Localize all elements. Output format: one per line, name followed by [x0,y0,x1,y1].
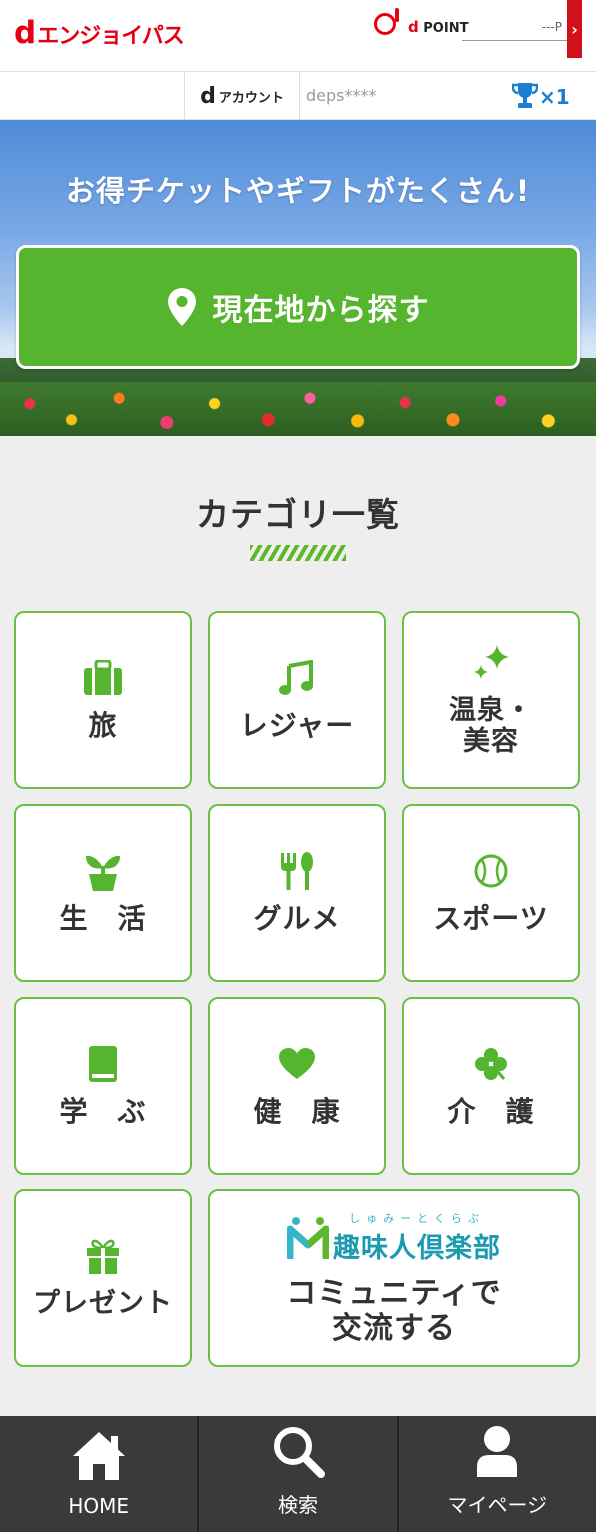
category-tile-gourmet[interactable]: グルメ [208,804,386,982]
logo-d: d [14,15,37,51]
category-tile-onsen-beauty[interactable]: 温泉・ 美容 [402,611,580,789]
search-nearby-button[interactable]: 現在地から探す [16,245,580,369]
nav-search-label: 検索 [277,1493,318,1517]
gift-icon [83,1236,123,1276]
category-tile-life[interactable]: 生 活 [14,804,192,982]
hobby-club-name: 趣味人倶楽部 [333,1233,501,1264]
category-label: グルメ [253,901,341,935]
sprout-icon [83,851,123,891]
hobby-club-label: コミュニティで 交流する [286,1276,502,1346]
trophy-icon [512,83,538,108]
location-pin-icon [167,288,196,326]
nav-mypage[interactable]: マイページ [399,1416,596,1532]
heart-icon [277,1044,317,1084]
category-title-decoration [250,545,346,561]
category-label: 介 護 [447,1094,535,1128]
category-label: 温泉・ 美容 [449,694,533,757]
category-tile-sports[interactable]: スポーツ [402,804,580,982]
dpoint-widget[interactable]: d POINT ---P [374,8,570,42]
trophy-badge[interactable]: ×1 [512,81,570,109]
dpoint-underline [462,40,570,41]
trophy-count: ×1 [539,85,570,109]
bottom-navigation: HOME 検索 マイページ [0,1416,596,1532]
hero-headline: お得チケットやギフトがたくさん! [65,174,531,208]
nav-mypage-label: マイページ [447,1493,548,1517]
sparkle-icon [471,643,511,683]
hobby-club-m-icon [287,1216,329,1259]
category-tile-travel[interactable]: 旅 [14,611,192,789]
category-label: 旅 [88,708,118,742]
dpoint-arrow-button[interactable]: › [567,0,582,58]
category-tile-nursing-care[interactable]: 介 護 [402,997,580,1175]
app-logo[interactable]: d エンジョイパス [14,15,185,51]
user-icon [477,1426,518,1477]
category-title: カテゴリ一覧 [196,495,400,534]
category-label: レジャー [239,708,355,742]
d-account-label: アカウント [218,90,284,106]
category-label: 生 活 [59,901,147,935]
search-nearby-label: 現在地から探す [212,293,430,328]
nav-search[interactable]: 検索 [199,1416,399,1532]
hobby-club-logo: しゅみーとくらぶ 趣味人倶楽部 [287,1210,501,1265]
category-tile-learn[interactable]: 学 ぶ [14,997,192,1175]
hobby-club-tile[interactable]: しゅみーとくらぶ 趣味人倶楽部 コミュニティで 交流する [208,1189,580,1367]
account-bar: d アカウント deps**** ×1 [0,72,596,120]
suitcase-icon [83,658,123,698]
dpoint-label: d POINT [408,18,469,36]
app-header: d エンジョイパス d POINT ---P › [0,0,596,72]
search-icon [273,1427,325,1478]
d-account-d: d [200,83,216,109]
logo-name: エンジョイパス [37,24,185,49]
hobby-club-ruby: しゅみーとくらぶ [349,1212,485,1225]
hero-flower-field [0,382,596,436]
category-tile-leisure[interactable]: レジャー [208,611,386,789]
category-label: プレゼント [33,1288,173,1320]
fork-knife-icon [277,851,317,891]
category-tile-health[interactable]: 健 康 [208,997,386,1175]
category-label: 健 康 [253,1094,341,1128]
music-note-icon [277,658,317,698]
dpoint-value: ---P [541,20,562,34]
category-label: 学 ぶ [59,1094,147,1128]
clover-icon [471,1044,511,1084]
account-id: deps**** [306,86,377,105]
category-tile-present[interactable]: プレゼント [14,1189,192,1367]
nav-home-label: HOME [68,1494,129,1518]
category-label: スポーツ [433,901,549,935]
d-account-button[interactable]: d アカウント [184,72,300,120]
book-icon [83,1044,123,1084]
home-icon [72,1432,125,1480]
nav-home[interactable]: HOME [0,1416,200,1532]
dpoint-icon [374,8,399,35]
baseball-icon [471,851,511,891]
